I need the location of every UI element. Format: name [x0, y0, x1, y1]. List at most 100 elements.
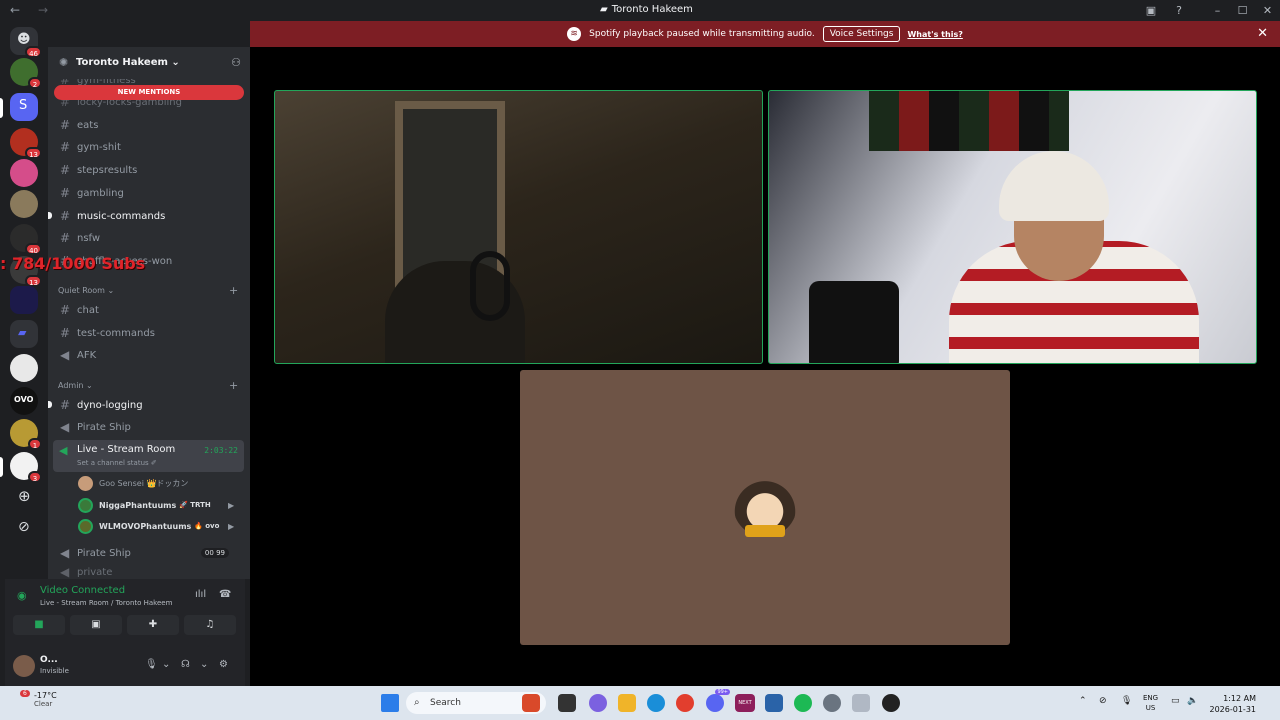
- guild-name[interactable]: Toronto Hakeem ⌄: [76, 57, 180, 68]
- disconnect-icon[interactable]: ☎: [219, 589, 231, 600]
- chevron-up-icon[interactable]: ⌃: [1079, 696, 1087, 706]
- server-icon-11[interactable]: 3: [10, 452, 42, 483]
- discord-taskbar-icon[interactable]: 99+: [706, 689, 730, 712]
- video-tile-1[interactable]: [274, 90, 763, 364]
- obs-icon[interactable]: [882, 694, 900, 712]
- channel-eats[interactable]: # eats: [60, 115, 98, 135]
- channel-gym-shit[interactable]: # gym-shit: [60, 137, 121, 157]
- user-name[interactable]: O...: [40, 655, 58, 665]
- category-admin[interactable]: Admin ⌄: [58, 381, 93, 390]
- avatar[interactable]: [13, 655, 35, 677]
- channel-test-commands[interactable]: # test-commands: [60, 323, 155, 343]
- add-server-icon[interactable]: ⊕: [10, 483, 38, 511]
- voice-user-phantuums[interactable]: NiggaPhantuums 🚀 TRTH ▶: [78, 496, 234, 514]
- minimize-button[interactable]: –: [1205, 4, 1230, 17]
- guild-header[interactable]: ✺ Toronto Hakeem ⌄ ⚇: [48, 47, 250, 79]
- server-icon-3[interactable]: 13: [10, 128, 42, 159]
- add-channel-icon[interactable]: +: [229, 379, 238, 392]
- voice-user-wlmovo[interactable]: WLMOVOPhantuums 🔥 ovo ▶: [78, 517, 234, 535]
- file-explorer-icon[interactable]: [618, 694, 636, 712]
- channel-pirate-ship-2[interactable]: ◀ Pirate Ship 00 99: [60, 543, 229, 563]
- monitor-app-icon[interactable]: [765, 694, 783, 712]
- help-icon[interactable]: ?: [1165, 4, 1193, 17]
- network-off-icon[interactable]: ⊘: [1099, 696, 1107, 706]
- channel-dyno-logging[interactable]: # dyno-logging: [60, 395, 143, 415]
- window-title-text: Toronto Hakeem: [611, 4, 693, 15]
- voice-user-goo-sensei[interactable]: Goo Sensei 👑ドッカン: [78, 474, 188, 492]
- forward-arrow-icon[interactable]: →: [38, 3, 48, 17]
- channel-stepsresults[interactable]: # stepsresults: [60, 160, 137, 180]
- server-icon-toronto-hakeem[interactable]: S: [10, 93, 38, 121]
- headphones-icon[interactable]: ☊: [181, 659, 190, 670]
- voice-status-subtitle[interactable]: Live - Stream Room / Toronto Hakeem: [40, 599, 172, 607]
- new-mentions-pill[interactable]: NEW MENTIONS: [54, 85, 244, 100]
- start-menu-icon[interactable]: [381, 694, 399, 712]
- voice-settings-button[interactable]: Voice Settings: [822, 26, 901, 42]
- voice-status-title[interactable]: Video Connected: [40, 585, 125, 596]
- snipping-tool-icon[interactable]: [852, 694, 870, 712]
- screen-share-button[interactable]: ▣: [70, 615, 122, 635]
- noise-suppression-icon[interactable]: ılıl: [195, 589, 206, 600]
- channel-gambling[interactable]: # gambling: [60, 183, 124, 203]
- close-button[interactable]: ✕: [1255, 4, 1280, 17]
- channel-chat[interactable]: # chat: [60, 300, 99, 320]
- server-icon-5[interactable]: [10, 190, 38, 218]
- channel-music-commands[interactable]: # music-commands: [60, 206, 165, 226]
- maximize-button[interactable]: ☐: [1230, 4, 1255, 17]
- video-tile-2[interactable]: [768, 90, 1257, 364]
- direct-messages-icon[interactable]: ☻ 46: [10, 27, 42, 58]
- channel-live-stream-room[interactable]: ◀ Live - Stream Room Set a channel statu…: [53, 440, 244, 472]
- activities-button[interactable]: ✚: [127, 615, 179, 635]
- monitor-tray-icon[interactable]: ▭: [1171, 696, 1180, 706]
- server-icon-10[interactable]: 1: [10, 419, 42, 450]
- server-icon-9[interactable]: [10, 354, 38, 382]
- channel-afk[interactable]: ◀ AFK: [60, 345, 96, 365]
- camera-button[interactable]: ■: [13, 615, 65, 635]
- discord-badge: 99+: [715, 689, 730, 695]
- language-indicator[interactable]: ENG US: [1143, 693, 1158, 713]
- hash-icon: #: [60, 163, 71, 177]
- back-arrow-icon[interactable]: ←: [10, 3, 20, 17]
- task-view-icon[interactable]: [558, 694, 576, 712]
- server-icon-8[interactable]: [10, 286, 38, 314]
- soundboard-button[interactable]: ♫: [184, 615, 236, 635]
- server-icon-4[interactable]: [10, 159, 38, 187]
- video-tile-3-avatar[interactable]: [520, 370, 1010, 645]
- lang-secondary: US: [1145, 704, 1156, 712]
- volume-tray-icon[interactable]: 🔈: [1187, 696, 1198, 706]
- add-channel-icon[interactable]: +: [229, 284, 238, 297]
- channel-label: chat: [77, 304, 99, 316]
- server-icon-1[interactable]: 2: [10, 58, 42, 89]
- channel-nsfw[interactable]: # nsfw: [60, 228, 100, 248]
- spotify-taskbar-icon[interactable]: [794, 694, 812, 712]
- discover-icon[interactable]: ⊘: [10, 515, 38, 543]
- whats-this-link[interactable]: What's this?: [907, 30, 962, 39]
- chevron-down-icon[interactable]: ⌄: [162, 659, 170, 670]
- channel-status[interactable]: Set a channel status ✐: [77, 459, 157, 467]
- chevron-down-icon[interactable]: ⌄: [200, 659, 208, 670]
- channel-pirate-ship[interactable]: ◀ Pirate Ship: [60, 417, 131, 437]
- copilot-icon[interactable]: [589, 694, 607, 712]
- voice-user-tag: 🚀 TRTH: [179, 501, 211, 509]
- settings-gear-icon[interactable]: ⚙: [219, 659, 228, 670]
- settings-taskbar-icon[interactable]: [823, 694, 841, 712]
- clock[interactable]: 1:12 AM 2026-01-31: [1210, 693, 1257, 715]
- microphone-icon[interactable]: 🎙: [145, 659, 158, 670]
- chrome-icon[interactable]: [676, 694, 694, 712]
- channel-private[interactable]: ◀ private: [60, 565, 112, 579]
- category-quiet-room[interactable]: Quiet Room ⌄: [58, 286, 114, 295]
- microphone-tray-icon[interactable]: 🎙: [1121, 696, 1132, 706]
- server-icon-ovo[interactable]: OVO: [10, 387, 38, 415]
- invite-people-icon[interactable]: ⚇: [231, 56, 241, 69]
- folder-icon[interactable]: ▰: [10, 320, 38, 348]
- server-icon-6[interactable]: 40: [10, 224, 42, 255]
- close-notice-icon[interactable]: ✕: [1257, 26, 1268, 41]
- signal-icon[interactable]: ◉: [17, 589, 27, 602]
- subs-goal-overlay: : 784/1000 Subs: [0, 254, 146, 273]
- inbox-icon[interactable]: ▣: [1137, 4, 1165, 17]
- next-app-icon[interactable]: NEXT: [735, 694, 755, 712]
- edge-icon[interactable]: [647, 694, 665, 712]
- weather-desc: Clear: [34, 700, 53, 708]
- jerseys-background: [869, 91, 1069, 151]
- weather-widget[interactable]: 6 -17°C Clear: [14, 690, 57, 708]
